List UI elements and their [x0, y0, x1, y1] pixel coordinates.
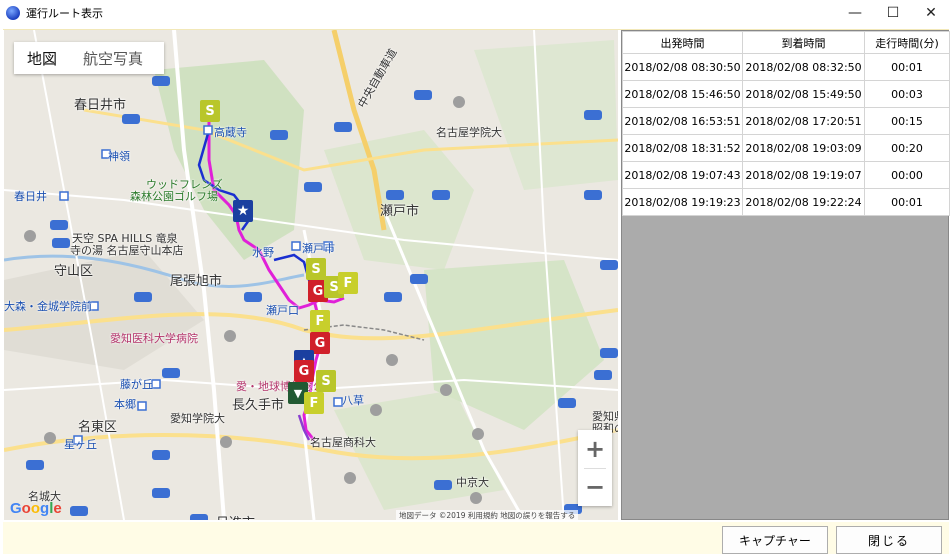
column-header-duration[interactable]: 走行時間(分) [864, 31, 950, 54]
cell-arrival[interactable]: 2018/02/08 19:22:24 [742, 188, 865, 216]
map-label: 尾張旭市 [170, 274, 223, 289]
route-map[interactable]: 春日井市 高蔵寺 神領 ウッドフレンズ 森林公園ゴルフ場 春日井 天空 SPA … [4, 30, 618, 520]
cell-duration[interactable]: 00:20 [864, 134, 950, 162]
cell-arrival[interactable]: 2018/02/08 15:49:50 [742, 80, 865, 108]
map-label: 春日井市 [74, 98, 127, 113]
route-goal-marker[interactable]: G [294, 360, 314, 382]
route-start-marker[interactable]: S [200, 100, 220, 122]
map-label: 水野 [252, 246, 274, 259]
map-label: 神領 [108, 150, 130, 163]
map-attribution[interactable]: 地図データ ©2019 利用規約 地図の誤りを報告する [396, 510, 579, 520]
table-row[interactable]: 2018/02/08 15:46:50 2018/02/08 15:49:50 … [622, 80, 950, 108]
close-window-button[interactable]: ✕ [912, 0, 950, 26]
map-label: 森林公園ゴルフ場 [130, 190, 218, 203]
map-label: 瀬戸口 [266, 304, 299, 317]
table-header-row: 出発時間 到着時間 走行時間(分) [622, 31, 950, 54]
cell-duration[interactable]: 00:00 [864, 161, 950, 189]
zoom-out-button[interactable]: − [578, 468, 612, 506]
map-type-control: 地図 航空写真 [14, 42, 164, 74]
map-label: 本郷 [114, 398, 136, 411]
cell-arrival[interactable]: 2018/02/08 17:20:51 [742, 107, 865, 135]
zoom-in-button[interactable]: + [578, 430, 612, 468]
map-type-map-button[interactable]: 地図 [14, 48, 70, 69]
map-label: 春日井 [14, 190, 47, 203]
cell-arrival[interactable]: 2018/02/08 08:32:50 [742, 53, 865, 81]
minimize-button[interactable]: — [836, 0, 874, 26]
map-label: 中京大 [456, 476, 489, 489]
map-label: 寺の湯 名古屋守山本店 [70, 244, 184, 257]
route-display-window: 運行ルート表示 — ☐ ✕ 春日井市 高蔵寺 神領 ウッドフレンズ 森林公園ゴル… [0, 0, 952, 554]
capture-button[interactable]: キャプチャー [722, 526, 828, 554]
map-label: 守山区 [54, 264, 94, 279]
cell-arrival[interactable]: 2018/02/08 19:19:07 [742, 161, 865, 189]
table-row[interactable]: 2018/02/08 18:31:52 2018/02/08 19:03:09 … [622, 134, 950, 162]
map-label: 長久手市 [232, 398, 285, 413]
cell-arrival[interactable]: 2018/02/08 19:03:09 [742, 134, 865, 162]
map-label: 名古屋商科大 [310, 436, 376, 449]
map-label: 瀬戸市 [380, 204, 420, 219]
cell-departure[interactable]: 2018/02/08 15:46:50 [622, 80, 743, 108]
maximize-button[interactable]: ☐ [874, 0, 912, 26]
cell-departure[interactable]: 2018/02/08 16:53:51 [622, 107, 743, 135]
column-header-departure[interactable]: 出発時間 [622, 31, 743, 54]
table-row[interactable]: 2018/02/08 19:19:23 2018/02/08 19:22:24 … [622, 188, 950, 216]
window-content: 春日井市 高蔵寺 神領 ウッドフレンズ 森林公園ゴルフ場 春日井 天空 SPA … [0, 26, 952, 554]
app-icon [6, 6, 20, 20]
map-type-satellite-button[interactable]: 航空写真 [70, 48, 156, 69]
google-logo: Google [10, 500, 62, 517]
table-row[interactable]: 2018/02/08 08:30:50 2018/02/08 08:32:50 … [622, 53, 950, 81]
map-label: 星ヶ丘 [64, 438, 97, 451]
cell-duration[interactable]: 00:03 [864, 80, 950, 108]
map-label: 高蔵寺 [214, 126, 247, 139]
route-start-marker[interactable]: S [316, 370, 336, 392]
route-start-marker[interactable]: S [306, 258, 326, 280]
zoom-divider [584, 468, 606, 469]
map-label: 日進市 [216, 512, 255, 520]
table-row[interactable]: 2018/02/08 16:53:51 2018/02/08 17:20:51 … [622, 107, 950, 135]
current-position-star-icon[interactable]: ★ [233, 200, 253, 222]
cell-duration[interactable]: 00:01 [864, 53, 950, 81]
title-bar: 運行ルート表示 — ☐ ✕ [0, 0, 952, 26]
cell-duration[interactable]: 00:01 [864, 188, 950, 216]
table-row[interactable]: 2018/02/08 19:07:43 2018/02/08 19:19:07 … [622, 161, 950, 189]
cell-departure[interactable]: 2018/02/08 19:19:23 [622, 188, 743, 216]
column-header-arrival[interactable]: 到着時間 [742, 31, 865, 54]
cell-departure[interactable]: 2018/02/08 19:07:43 [622, 161, 743, 189]
map-label: 大森・金城学院前 [4, 300, 92, 313]
route-finish-marker[interactable]: F [338, 272, 358, 294]
cell-duration[interactable]: 00:15 [864, 107, 950, 135]
map-label: 名東区 [78, 420, 118, 435]
map-label: 愛知医科大学病院 [110, 332, 198, 345]
trip-table: 出発時間 到着時間 走行時間(分) 2018/02/08 08:30:50 20… [621, 30, 950, 520]
window-title: 運行ルート表示 [26, 7, 103, 20]
map-label: 瀬戸市 [302, 242, 335, 255]
route-finish-marker[interactable]: F [304, 392, 324, 414]
cell-departure[interactable]: 2018/02/08 08:30:50 [622, 53, 743, 81]
zoom-control: + − [578, 430, 612, 506]
close-button[interactable]: 閉じる [836, 526, 942, 554]
route-finish-marker[interactable]: F [310, 310, 330, 332]
map-label: 藤が丘 [120, 378, 153, 391]
map-label: 愛知学院大 [170, 412, 225, 425]
map-label: 名古屋学院大 [436, 126, 502, 139]
cell-departure[interactable]: 2018/02/08 18:31:52 [622, 134, 743, 162]
map-label: 八草 [342, 394, 364, 407]
